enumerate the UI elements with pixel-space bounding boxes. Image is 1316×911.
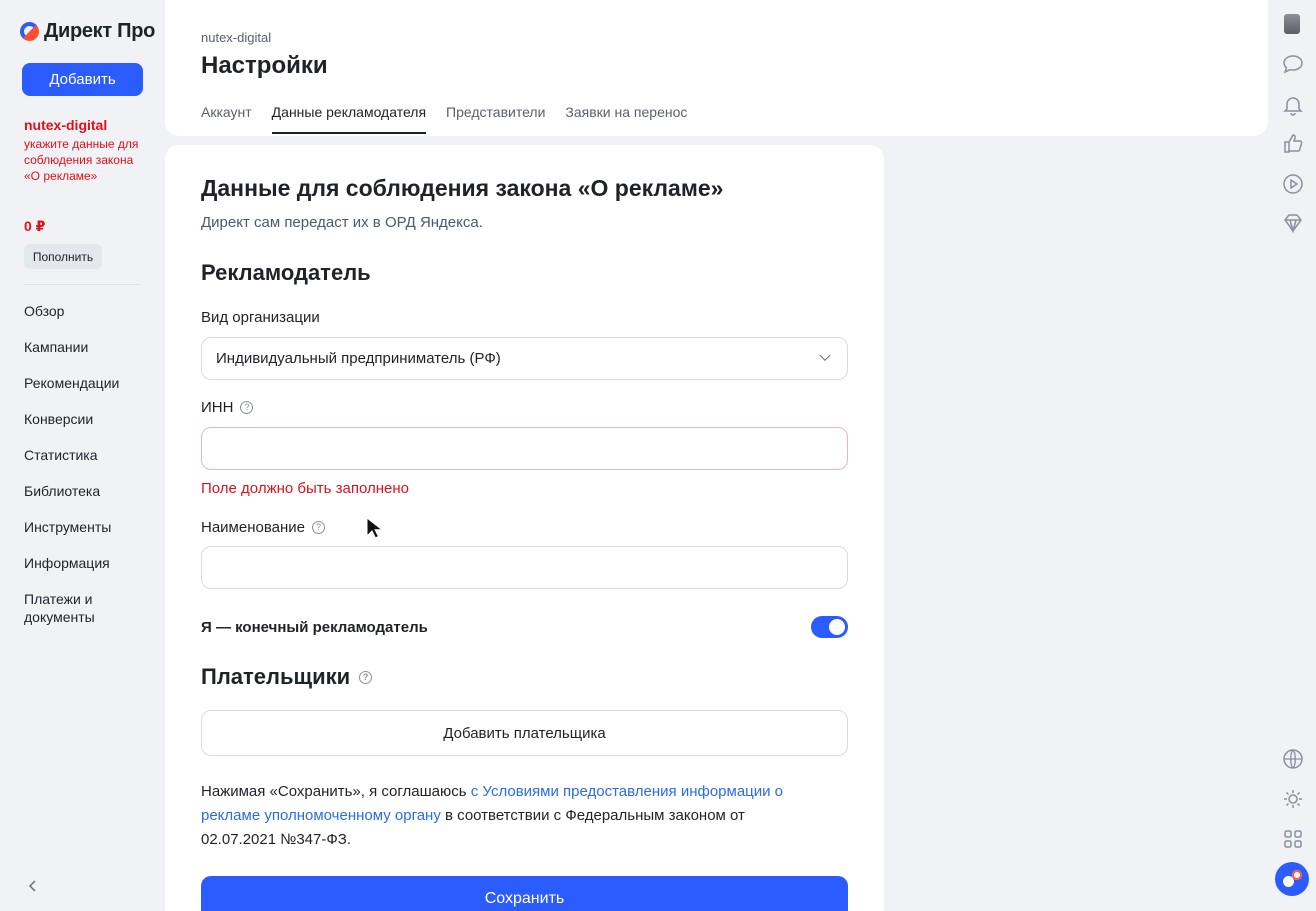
balance: 0 ₽	[24, 218, 46, 234]
globe-icon[interactable]	[1282, 748, 1304, 770]
tab-advertiser-data[interactable]: Данные рекламодателя	[271, 104, 427, 134]
help-icon[interactable]: ?	[311, 521, 325, 534]
sidebar-nav: Обзор Кампании Рекомендации Конверсии Ст…	[24, 302, 119, 634]
logo[interactable]: Директ Про	[20, 20, 155, 43]
sidebar-item-tools[interactable]: Инструменты	[24, 518, 119, 554]
tab-account[interactable]: Аккаунт	[201, 104, 252, 134]
payers-section-text: Плательщики	[201, 664, 351, 689]
apps-grid-icon[interactable]	[1282, 828, 1304, 850]
chat-icon[interactable]	[1282, 53, 1304, 75]
account-name[interactable]: nutex-digital	[24, 117, 107, 133]
mouse-cursor-icon	[366, 517, 382, 539]
thumbs-up-icon[interactable]	[1282, 132, 1304, 154]
name-label-text: Наименование	[201, 519, 305, 536]
page-title: Настройки	[201, 52, 328, 79]
name-label: Наименование ?	[201, 519, 325, 536]
theme-icon[interactable]	[1282, 788, 1304, 810]
help-icon[interactable]: ?	[240, 401, 254, 414]
org-type-label: Вид организации	[201, 309, 320, 326]
add-payer-button[interactable]: Добавить плательщика	[201, 710, 848, 756]
name-input[interactable]	[201, 546, 848, 589]
right-rail	[1272, 0, 1316, 911]
sidebar: Директ Про Добавить nutex-digital укажит…	[0, 0, 165, 911]
add-button[interactable]: Добавить	[22, 63, 143, 96]
sidebar-item-statistics[interactable]: Статистика	[24, 446, 119, 482]
inn-input[interactable]	[201, 427, 848, 470]
sidebar-item-information[interactable]: Информация	[24, 554, 119, 590]
divider	[24, 284, 141, 285]
logo-text: Директ Про	[44, 20, 156, 42]
org-type-select[interactable]: Индивидуальный предприниматель (РФ)	[201, 337, 848, 380]
sidebar-item-conversions[interactable]: Конверсии	[24, 410, 119, 446]
payers-section-title: Плательщики ?	[201, 664, 373, 690]
inn-label: ИНН ?	[201, 399, 254, 416]
org-type-value: Индивидуальный предприниматель (РФ)	[216, 350, 501, 367]
chevron-left-icon[interactable]	[26, 878, 40, 894]
legal-notice: Нажимая «Сохранить», я соглашаюсь с Усло…	[201, 780, 821, 852]
page-header: nutex-digital Настройки Аккаунт Данные р…	[165, 0, 1268, 136]
breadcrumb[interactable]: nutex-digital	[201, 30, 271, 45]
form-subtitle: Директ сам передаст их в ОРД Яндекса.	[201, 214, 483, 231]
sidebar-item-library[interactable]: Библиотека	[24, 482, 119, 518]
final-advertiser-label: Я — конечный рекламодатель	[201, 618, 428, 636]
account-warning[interactable]: укажите данные для соблюдения закона «О …	[24, 136, 149, 184]
advertiser-form-card: Данные для соблюдения закона «О рекламе»…	[165, 145, 884, 911]
sidebar-item-recommendations[interactable]: Рекомендации	[24, 374, 119, 410]
sidebar-item-campaigns[interactable]: Кампании	[24, 338, 119, 374]
inn-error: Поле должно быть заполнено	[201, 480, 409, 497]
final-advertiser-toggle[interactable]	[811, 616, 848, 638]
org-type-label-text: Вид организации	[201, 309, 320, 326]
save-button[interactable]: Сохранить	[201, 876, 848, 911]
avatar[interactable]	[1284, 14, 1300, 34]
help-icon[interactable]: ?	[359, 670, 373, 684]
advertiser-section-title: Рекламодатель	[201, 260, 371, 285]
inn-label-text: ИНН	[201, 399, 234, 416]
diamond-icon[interactable]	[1282, 212, 1304, 234]
final-advertiser-row: Я — конечный рекламодатель	[201, 615, 848, 639]
topup-button[interactable]: Пополнить	[24, 244, 102, 269]
bell-icon[interactable]	[1282, 94, 1304, 116]
logo-icon	[20, 22, 39, 41]
brand-icon[interactable]	[1275, 862, 1309, 896]
tab-transfer-requests[interactable]: Заявки на перенос	[565, 104, 687, 134]
legal-prefix: Нажимая «Сохранить», я соглашаюсь	[201, 783, 471, 800]
sidebar-item-payments[interactable]: Платежи и документы	[24, 590, 114, 634]
tab-representatives[interactable]: Представители	[446, 104, 545, 134]
sidebar-item-overview[interactable]: Обзор	[24, 302, 119, 338]
chevron-down-icon	[819, 354, 831, 361]
settings-tabs: Аккаунт Данные рекламодателя Представите…	[201, 104, 687, 134]
form-title: Данные для соблюдения закона «О рекламе»	[201, 175, 724, 201]
play-icon[interactable]	[1282, 173, 1304, 195]
